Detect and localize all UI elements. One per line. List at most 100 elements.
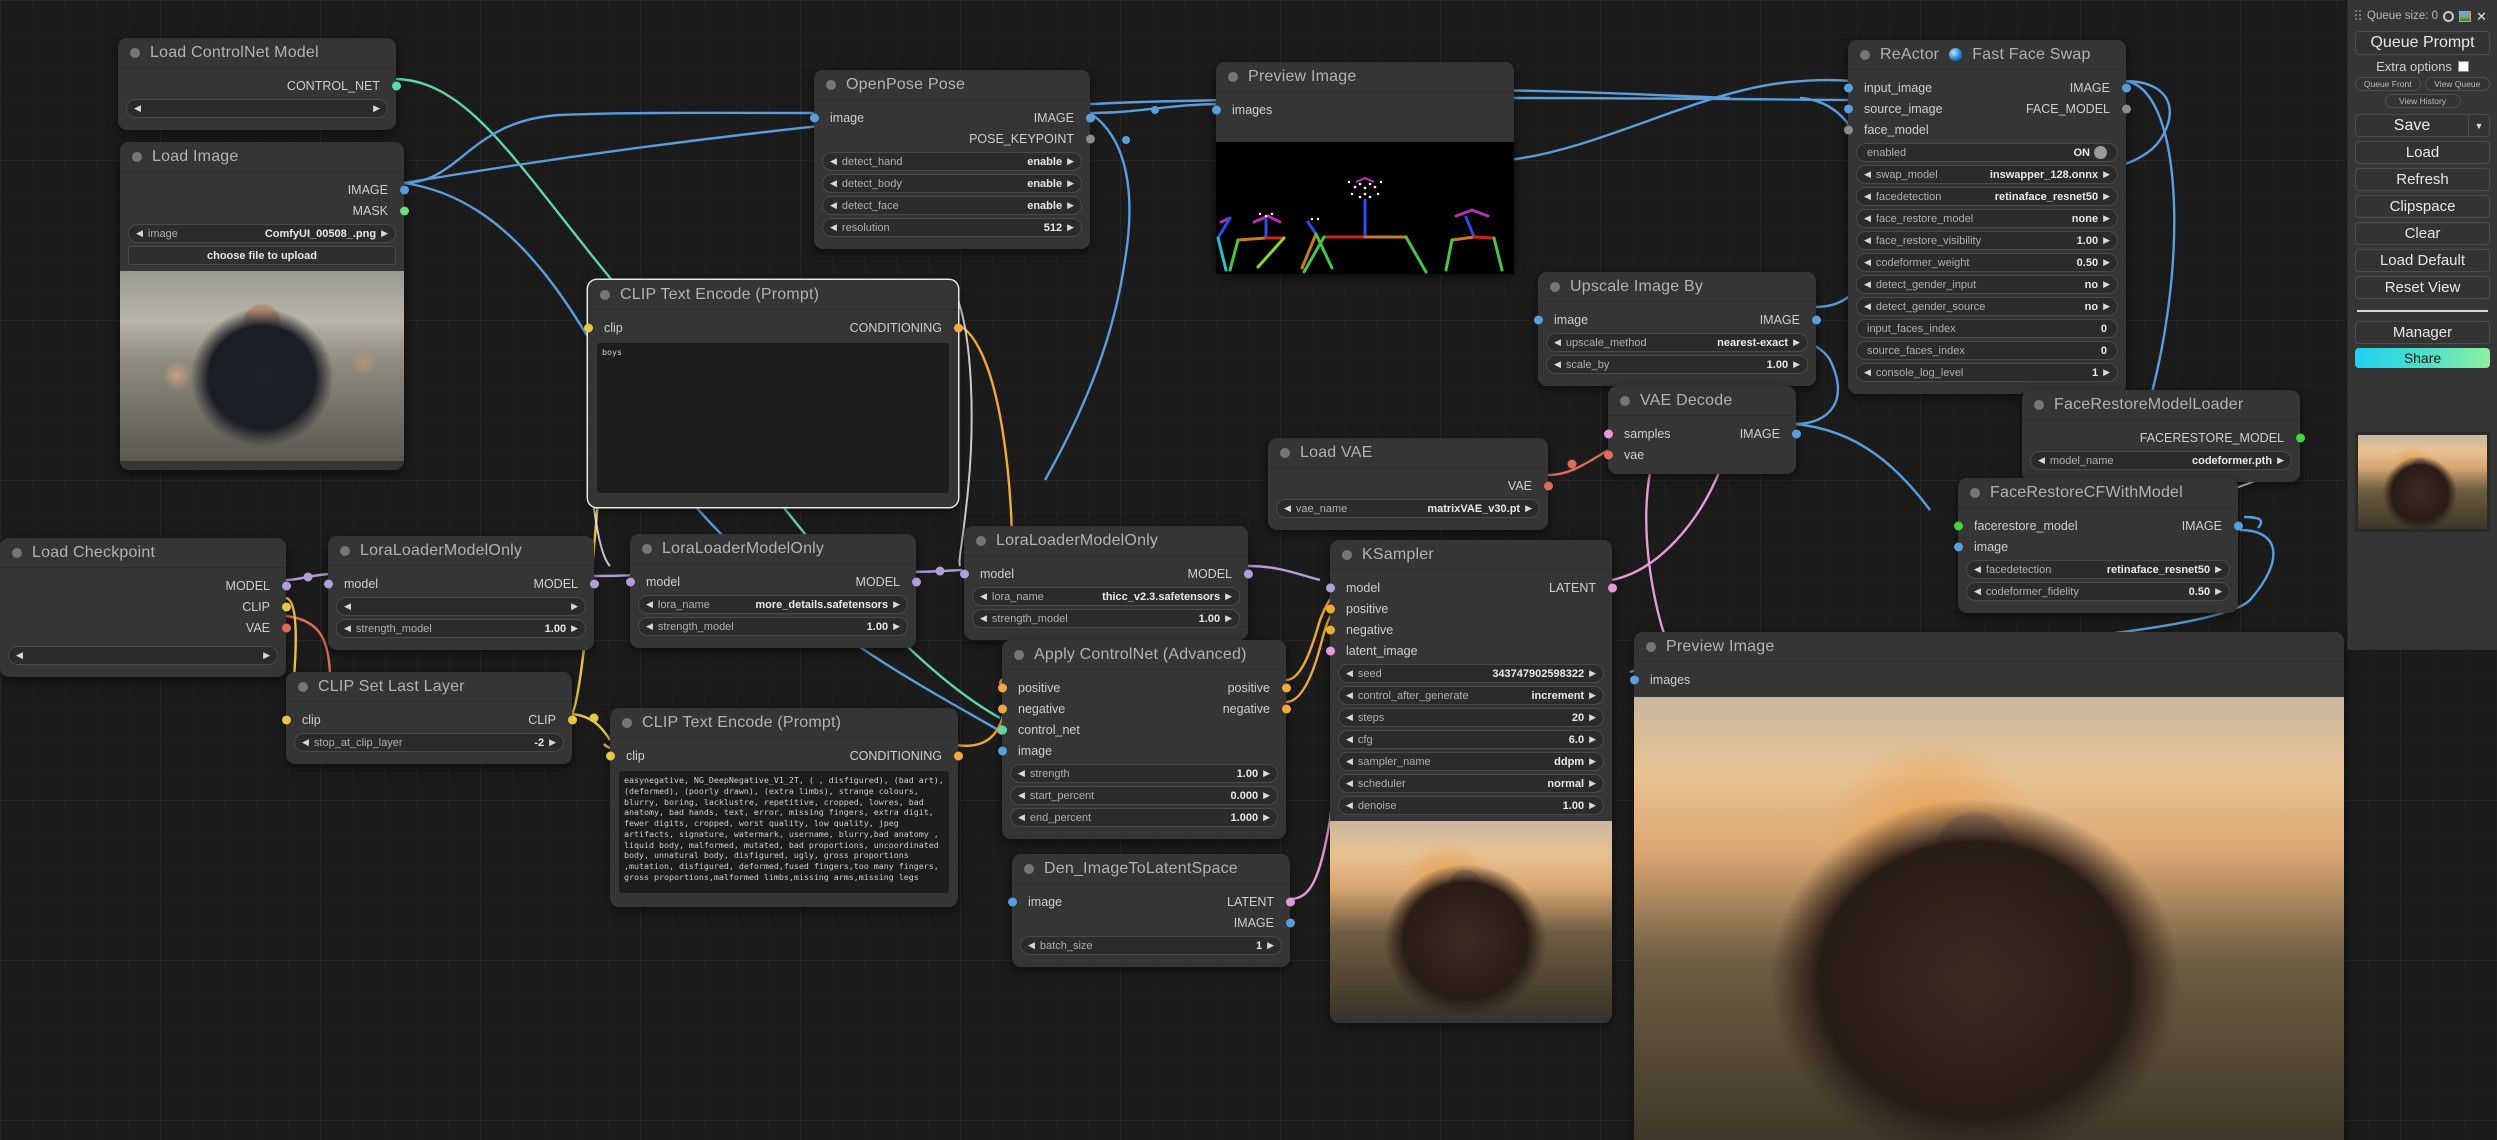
sidebar-thumbnail[interactable] bbox=[2355, 432, 2490, 532]
widget-ckpt-name[interactable]: ◀ ckpt_name aZovyaPhotoreal_v2.safetenso… bbox=[8, 646, 278, 665]
clear-button[interactable]: Clear bbox=[2355, 222, 2490, 245]
io-row-clip[interactable]: clip CLIP bbox=[286, 709, 572, 730]
collapse-dot-icon[interactable] bbox=[12, 548, 22, 558]
share-button[interactable]: Share bbox=[2355, 348, 2490, 368]
pin-clip-out[interactable] bbox=[568, 715, 577, 724]
preview-image-final[interactable] bbox=[1634, 697, 2344, 1140]
extra-options-checkbox[interactable] bbox=[2458, 61, 2469, 72]
output-slot-facerestore-model[interactable]: FACERESTORE_MODEL bbox=[2022, 427, 2300, 448]
next-arrow-icon[interactable]: ▶ bbox=[549, 738, 556, 747]
output-slot-vae[interactable]: VAE bbox=[1268, 475, 1548, 496]
node-clip-set-last-layer[interactable]: CLIP Set Last Layer clip CLIP ◀ stop_at_… bbox=[286, 672, 572, 764]
io-row-positive[interactable]: positive positive bbox=[1002, 677, 1286, 698]
io-row-source-image[interactable]: source_image FACE_MODEL bbox=[1848, 98, 2126, 119]
widget-face-restore-model[interactable]: ◀ face_restore_model none ▶ bbox=[1856, 209, 2118, 228]
widget-detect-gender-input[interactable]: ◀ detect_gender_input no ▶ bbox=[1856, 275, 2118, 294]
widget-steps[interactable]: ◀ steps 20 ▶ bbox=[1338, 708, 1604, 727]
input-slot-vae[interactable]: vae bbox=[1608, 444, 1796, 465]
next-arrow-icon[interactable]: ▶ bbox=[373, 104, 380, 113]
next-arrow-icon[interactable]: ▶ bbox=[2103, 170, 2110, 179]
node-title[interactable]: CLIP Set Last Layer bbox=[286, 672, 572, 702]
next-arrow-icon[interactable]: ▶ bbox=[1067, 223, 1074, 232]
positive-prompt-textarea[interactable]: boys bbox=[597, 343, 949, 493]
queue-prompt-button[interactable]: Queue Prompt bbox=[2355, 31, 2490, 55]
prev-arrow-icon[interactable]: ◀ bbox=[646, 600, 653, 609]
widget-start-percent[interactable]: ◀ start_percent 0.000 ▶ bbox=[1010, 786, 1278, 805]
widget-strength[interactable]: ◀ strength 1.00 ▶ bbox=[1010, 764, 1278, 783]
next-arrow-icon[interactable]: ▶ bbox=[2215, 565, 2222, 574]
widget-source-faces-index[interactable]: source_faces_index 0 bbox=[1856, 341, 2118, 360]
node-title[interactable]: LoraLoaderModelOnly bbox=[630, 534, 916, 564]
next-arrow-icon[interactable]: ▶ bbox=[263, 651, 270, 660]
pin-positive[interactable] bbox=[1326, 604, 1335, 613]
pin-model-in[interactable] bbox=[324, 579, 333, 588]
next-arrow-icon[interactable]: ▶ bbox=[1263, 813, 1270, 822]
node-load-controlnet-model[interactable]: Load ControlNet Model CONTROL_NET ◀ cont… bbox=[118, 38, 396, 130]
pin-clip-in[interactable] bbox=[282, 715, 291, 724]
prev-arrow-icon[interactable]: ◀ bbox=[1346, 669, 1353, 678]
pin-control-net[interactable] bbox=[392, 81, 401, 90]
refresh-button[interactable]: Refresh bbox=[2355, 168, 2490, 191]
prev-arrow-icon[interactable]: ◀ bbox=[980, 614, 987, 623]
next-arrow-icon[interactable]: ▶ bbox=[893, 600, 900, 609]
io-row-image[interactable]: image LATENT bbox=[1012, 891, 1290, 912]
prev-arrow-icon[interactable]: ◀ bbox=[1028, 941, 1035, 950]
pin-model-out[interactable] bbox=[590, 579, 599, 588]
pin-clip-in[interactable] bbox=[584, 323, 593, 332]
pin-image-out[interactable] bbox=[2234, 521, 2243, 530]
prev-arrow-icon[interactable]: ◀ bbox=[830, 179, 837, 188]
collapse-dot-icon[interactable] bbox=[130, 48, 140, 58]
next-arrow-icon[interactable]: ▶ bbox=[2103, 192, 2110, 201]
collapse-dot-icon[interactable] bbox=[1342, 550, 1352, 560]
next-arrow-icon[interactable]: ▶ bbox=[1525, 504, 1532, 513]
pin-facerestore-model-in[interactable] bbox=[1954, 521, 1963, 530]
node-title[interactable]: FaceRestoreCFWithModel bbox=[1958, 478, 2238, 508]
node-title[interactable]: Load Checkpoint bbox=[0, 538, 286, 568]
widget-codeformer-weight[interactable]: ◀ codeformer_weight 0.50 ▶ bbox=[1856, 253, 2118, 272]
next-arrow-icon[interactable]: ▶ bbox=[2103, 214, 2110, 223]
next-arrow-icon[interactable]: ▶ bbox=[1589, 757, 1596, 766]
node-lora-loader-2[interactable]: LoraLoaderModelOnly model MODEL ◀ lora_n… bbox=[630, 534, 916, 648]
node-title[interactable]: Upscale Image By bbox=[1538, 272, 1816, 302]
widget-sampler-name[interactable]: ◀ sampler_name ddpm ▶ bbox=[1338, 752, 1604, 771]
output-slot-control-net[interactable]: CONTROL_NET bbox=[118, 75, 396, 96]
prev-arrow-icon[interactable]: ◀ bbox=[830, 223, 837, 232]
next-arrow-icon[interactable]: ▶ bbox=[1793, 360, 1800, 369]
save-dropdown-caret-icon[interactable]: ▼ bbox=[2468, 114, 2490, 137]
gear-icon[interactable] bbox=[2443, 11, 2454, 22]
prev-arrow-icon[interactable]: ◀ bbox=[1864, 302, 1871, 311]
collapse-dot-icon[interactable] bbox=[1970, 488, 1980, 498]
prev-arrow-icon[interactable]: ◀ bbox=[1346, 735, 1353, 744]
widget-end-percent[interactable]: ◀ end_percent 1.000 ▶ bbox=[1010, 808, 1278, 827]
pin-negative[interactable] bbox=[1326, 625, 1335, 634]
pin-model-in[interactable] bbox=[1326, 583, 1335, 592]
pin-image-out[interactable] bbox=[1286, 918, 1295, 927]
io-row-clip[interactable]: clip CONDITIONING bbox=[610, 745, 958, 766]
next-arrow-icon[interactable]: ▶ bbox=[1793, 338, 1800, 347]
widget-strength-model[interactable]: ◀ strength_model 1.00 ▶ bbox=[336, 619, 586, 638]
prev-arrow-icon[interactable]: ◀ bbox=[1284, 504, 1291, 513]
node-title[interactable]: LoraLoaderModelOnly bbox=[964, 526, 1248, 556]
pin-vae[interactable] bbox=[1604, 450, 1613, 459]
pin-facerestore-model[interactable] bbox=[2296, 433, 2305, 442]
next-arrow-icon[interactable]: ▶ bbox=[1589, 713, 1596, 722]
prev-arrow-icon[interactable]: ◀ bbox=[1018, 791, 1025, 800]
prev-arrow-icon[interactable]: ◀ bbox=[1554, 360, 1561, 369]
pin-model-in[interactable] bbox=[626, 577, 635, 586]
widget-seed[interactable]: ◀ seed 343747902598322 ▶ bbox=[1338, 664, 1604, 683]
next-arrow-icon[interactable]: ▶ bbox=[1589, 801, 1596, 810]
node-title[interactable]: OpenPose Pose bbox=[814, 70, 1090, 100]
pin-latent-image[interactable] bbox=[1326, 646, 1335, 655]
input-slot-positive[interactable]: positive bbox=[1330, 598, 1612, 619]
pin-model-in[interactable] bbox=[960, 569, 969, 578]
node-preview-image-bottom[interactable]: Preview Image images bbox=[1634, 632, 2344, 1140]
node-clip-text-encode-negative[interactable]: CLIP Text Encode (Prompt) clip CONDITION… bbox=[610, 708, 958, 907]
widget-resolution[interactable]: ◀ resolution 512 ▶ bbox=[822, 218, 1082, 237]
output-slot-image[interactable]: IMAGE bbox=[120, 179, 404, 200]
widget-lora-name[interactable]: ◀ lora_name thicc_v2.3.safetensors ▶ bbox=[972, 587, 1240, 606]
collapse-dot-icon[interactable] bbox=[132, 152, 142, 162]
pin-image-out[interactable] bbox=[1812, 315, 1821, 324]
widget-image-select[interactable]: ◀ image ComfyUI_00508_.png ▶ bbox=[128, 224, 396, 243]
prev-arrow-icon[interactable]: ◀ bbox=[1864, 170, 1871, 179]
pin-samples[interactable] bbox=[1604, 429, 1613, 438]
